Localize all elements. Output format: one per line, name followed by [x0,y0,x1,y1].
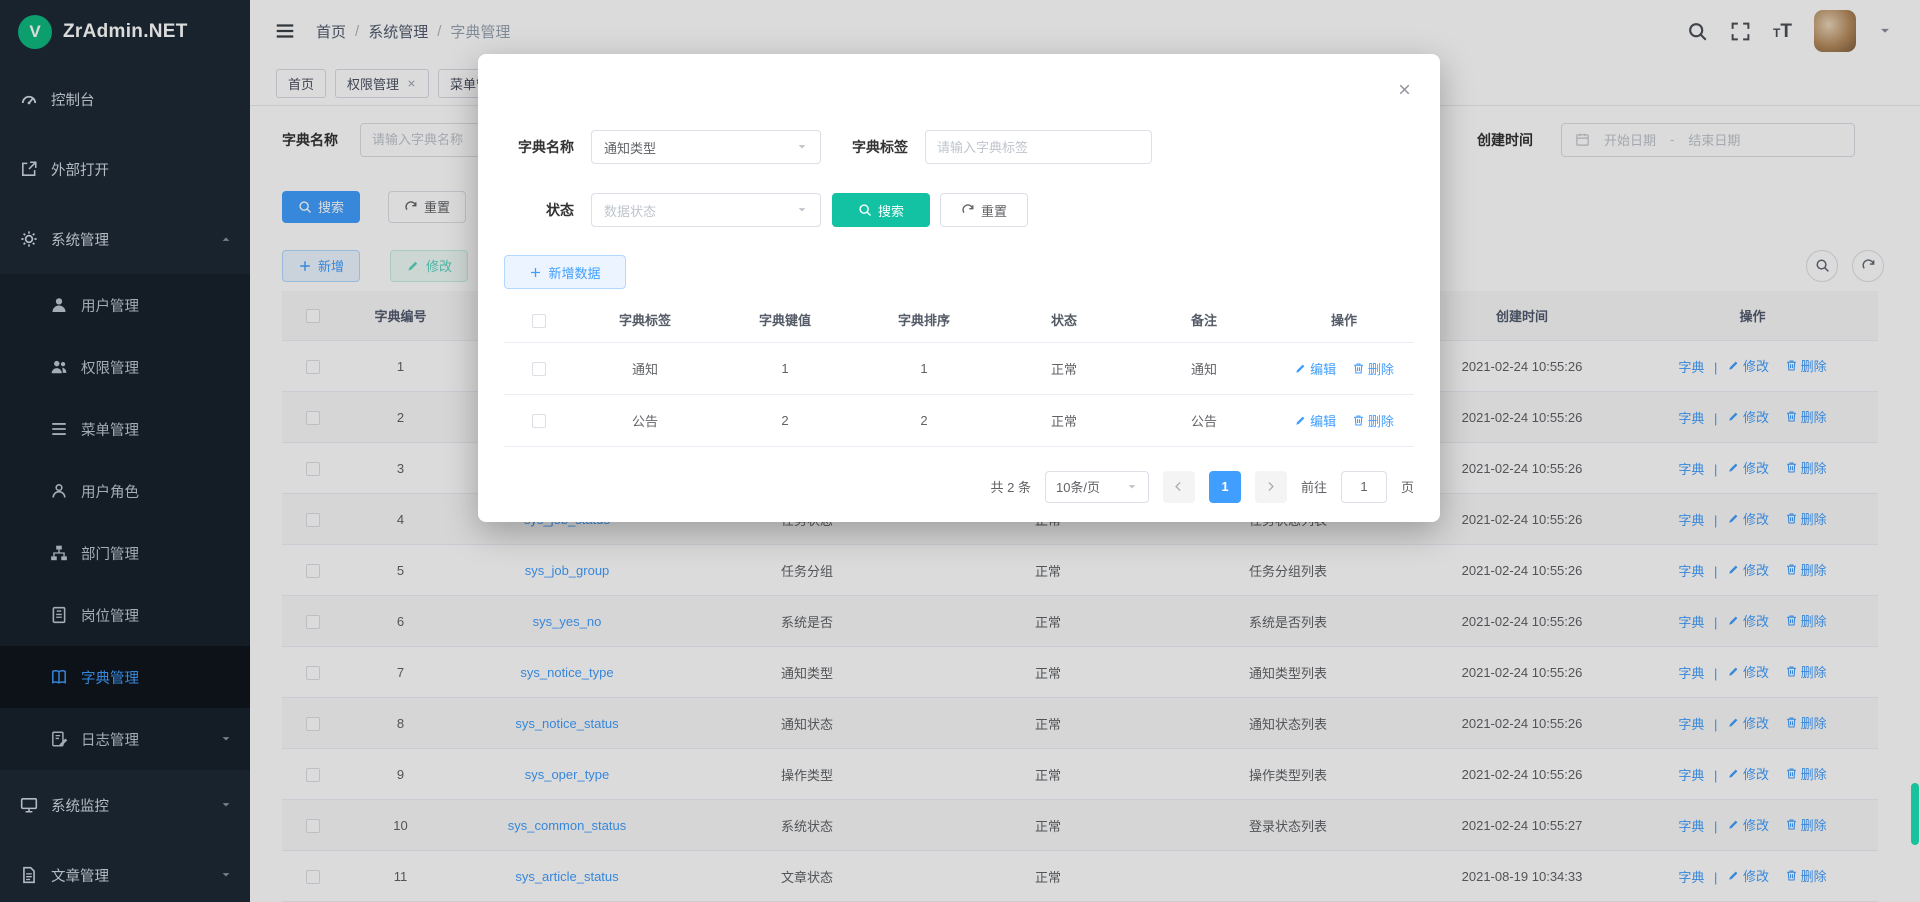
row-checkbox[interactable] [532,414,546,428]
column-header: 备注 [1134,298,1274,342]
goto-page-input[interactable] [1341,471,1387,503]
chevron-down-icon [796,141,808,153]
dict-name-label: 字典名称 [504,137,574,157]
cell-dict-value: 1 [716,342,854,394]
dict-name-select[interactable]: 通知类型 [591,130,821,164]
goto-label: 前往 [1301,477,1327,496]
refresh-icon [961,203,975,217]
pencil-icon [1294,414,1307,427]
add-data-button-label: 新增数据 [548,263,600,282]
dialog-body: 字典名称 通知类型 字典标签 状态 数据状态 搜索 重置 [478,54,1440,503]
column-header: 字典标签 [574,298,716,342]
arrow-right-icon [1264,480,1277,493]
column-header: 字典排序 [854,298,994,342]
dialog-filter-buttons: 搜索 重置 [832,193,1028,227]
plus-icon [529,266,542,279]
row-checkbox[interactable] [532,362,546,376]
scrollbar-thumb[interactable] [1911,783,1919,845]
row-actions: 编辑 删除 [1274,394,1414,446]
delete-row-link[interactable]: 删除 [1352,359,1394,378]
dict-data-table-body: 通知 1 1 正常 通知 编辑 删除 公告 [504,342,1414,446]
row-checkbox-cell [504,342,574,394]
search-icon [858,203,872,217]
dialog-reset-button[interactable]: 重置 [940,193,1028,227]
dialog-search-button[interactable]: 搜索 [832,193,930,227]
table-row: 通知 1 1 正常 通知 编辑 删除 [504,342,1414,394]
dict-data-dialog: 字典名称 通知类型 字典标签 状态 数据状态 搜索 重置 [478,54,1440,522]
trash-icon [1352,362,1365,375]
header-checkbox-cell [504,298,574,342]
column-header: 操作 [1274,298,1414,342]
edit-row-label: 编辑 [1310,411,1336,430]
pagination: 共 2 条 10条/页 1 前往 页 [504,471,1414,503]
table-row: 公告 2 2 正常 公告 编辑 删除 [504,394,1414,446]
dict-data-table-header: 字典标签 字典键值 字典排序 状态 备注 操作 [504,298,1414,342]
dialog-search-button-label: 搜索 [878,201,904,220]
cell-status: 正常 [994,394,1134,446]
cell-dict-label: 通知 [574,342,716,394]
cell-dict-sort: 1 [854,342,994,394]
page-scrollbar [1911,0,1919,902]
dict-data-table: 字典标签 字典键值 字典排序 状态 备注 操作 通知 1 1 正常 [504,298,1414,447]
select-all-checkbox[interactable] [532,314,546,328]
trash-icon [1352,414,1365,427]
delete-row-label: 删除 [1368,359,1394,378]
delete-row-link[interactable]: 删除 [1352,411,1394,430]
column-header: 字典键值 [716,298,854,342]
dict-label-input[interactable] [925,130,1152,164]
cell-dict-sort: 2 [854,394,994,446]
delete-row-label: 删除 [1368,411,1394,430]
edit-row-link[interactable]: 编辑 [1294,411,1336,430]
row-checkbox-cell [504,394,574,446]
pencil-icon [1294,362,1307,375]
next-page-button[interactable] [1255,471,1287,503]
close-icon[interactable] [1396,81,1413,98]
status-select[interactable]: 数据状态 [591,193,821,227]
pagination-total: 共 2 条 [991,477,1031,496]
cell-remark: 通知 [1134,342,1274,394]
page-unit-label: 页 [1401,477,1414,496]
dict-label-label: 字典标签 [838,137,908,157]
edit-row-link[interactable]: 编辑 [1294,359,1336,378]
row-actions: 编辑 删除 [1274,342,1414,394]
dialog-filter-row-1: 字典名称 通知类型 字典标签 [504,130,1414,164]
cell-status: 正常 [994,342,1134,394]
page-size-select[interactable]: 10条/页 [1045,471,1149,503]
cell-dict-value: 2 [716,394,854,446]
dialog-reset-button-label: 重置 [981,201,1007,220]
cell-remark: 公告 [1134,394,1274,446]
page-size-value: 10条/页 [1056,477,1100,496]
chevron-down-icon [796,204,808,216]
prev-page-button[interactable] [1163,471,1195,503]
chevron-down-icon [1126,481,1138,493]
column-header: 状态 [994,298,1134,342]
edit-row-label: 编辑 [1310,359,1336,378]
current-page-button[interactable]: 1 [1209,471,1241,503]
cell-dict-label: 公告 [574,394,716,446]
arrow-left-icon [1172,480,1185,493]
dict-name-select-value: 通知类型 [604,138,656,157]
status-select-placeholder: 数据状态 [604,201,656,220]
status-label: 状态 [504,200,574,220]
add-data-button[interactable]: 新增数据 [504,255,626,289]
dialog-filter-row-2: 状态 数据状态 搜索 重置 [504,193,1414,227]
